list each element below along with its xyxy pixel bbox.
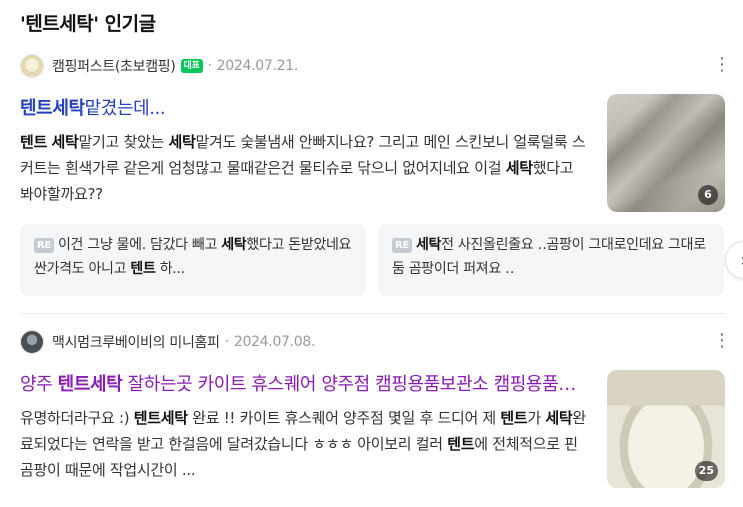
representative-badge: 대표 (180, 59, 203, 73)
highlight-keyword: 텐트 (130, 261, 156, 277)
more-options-icon[interactable]: ⋮ (713, 332, 731, 350)
highlight-keyword: 세탁 (545, 409, 573, 427)
source-name[interactable]: 캠핑퍼스트(초보캠핑) (52, 56, 176, 76)
title-text: 맡겼는데... (84, 98, 166, 119)
post-date: 2024.07.21. (216, 58, 299, 74)
divider (20, 313, 725, 314)
highlight-keyword: 텐트 (447, 435, 475, 453)
post-snippet[interactable]: 유명하더라구요 :) 텐트세탁 완료 !! 카이트 휴스퀘어 양주점 몇일 후 … (20, 405, 590, 483)
snippet-text: 가 (527, 409, 546, 427)
highlight-keyword: 세탁 (415, 237, 442, 253)
highlight-keyword: 세탁 (221, 237, 247, 253)
separator-dot: · (207, 58, 212, 74)
separator-dot: · (224, 334, 229, 350)
snippet-text: 하... (155, 261, 185, 277)
snippet-text: 이건 그냥 물에. 담갔다 빼고 (57, 237, 222, 253)
post-card: 맥시멈크루베이비의 미니홈피 · 2024.07.08. ⋮ 양주 텐트세탁 잘… (20, 328, 731, 488)
post-title-link[interactable]: 텐트세탁맡겼는데... (20, 94, 580, 120)
highlight-keyword: 세탁 (168, 133, 196, 151)
reply-badge: RE (34, 238, 54, 253)
reply-badge: RE (392, 238, 412, 253)
highlight-keyword: 텐트 (20, 133, 48, 151)
post-card: 캠핑퍼스트(초보캠핑) 대표 · 2024.07.21. ⋮ 텐트세탁맡겼는데.… (20, 52, 743, 296)
image-count-badge: 25 (694, 461, 718, 481)
more-options-icon[interactable]: ⋮ (713, 56, 731, 74)
title-prefix: 양주 (20, 374, 58, 395)
title-keyword: 텐트세탁 (20, 98, 85, 119)
snippet-text: 완료 !! 카이트 휴스퀘어 양주점 몇일 후 드디어 제 (187, 409, 501, 427)
source-name[interactable]: 맥시멈크루베이비의 미니홈피 (52, 332, 220, 352)
next-arrow-button[interactable]: › (725, 241, 743, 279)
highlight-keyword: 세탁 (505, 159, 533, 177)
snippet-text: 맡기고 찾았는 (78, 133, 169, 151)
highlight-keyword: 텐트세탁 (133, 409, 188, 427)
post-thumbnail[interactable]: 25 (607, 370, 725, 488)
reply-list: RE 이건 그냥 물에. 담갔다 빼고 세탁했다고 돈받았네요 싼가격도 아니고 … (20, 224, 725, 296)
post-source[interactable]: 캠핑퍼스트(초보캠핑) 대표 · 2024.07.21. (20, 52, 725, 80)
highlight-keyword: 세탁 (51, 133, 79, 151)
post-title-link[interactable]: 양주 텐트세탁 잘하는곳 카이트 휴스퀘어 양주점 캠핑용품보관소 캠핑용품세탁 (20, 370, 590, 396)
blog-avatar[interactable] (20, 330, 44, 354)
post-date: 2024.07.08. (233, 334, 316, 350)
title-text: 잘하는곳 카이트 휴스퀘어 양주점 캠핑용품보관소 캠핑용품세탁 (122, 374, 590, 395)
post-source[interactable]: 맥시멈크루베이비의 미니홈피 · 2024.07.08. (20, 328, 725, 356)
image-count-badge: 6 (698, 185, 718, 205)
snippet-text: 유명하더라구요 :) (20, 409, 134, 427)
post-snippet[interactable]: 텐트 세탁맡기고 찾았는 세탁맡겨도 숯불냄새 안빠지나요? 그리고 메인 스킨… (20, 129, 590, 207)
reply-card[interactable]: RE 이건 그냥 물에. 담갔다 빼고 세탁했다고 돈받았네요 싼가격도 아니고 … (20, 224, 366, 296)
reply-card[interactable]: RE 세탁전 사진올린줄요 ‥곰팡이 그대로인데요 그대로둠 곰팡이더 퍼져요 ‥ (378, 224, 724, 296)
highlight-keyword: 텐트 (500, 409, 528, 427)
cafe-avatar[interactable] (20, 54, 44, 78)
title-keyword: 텐트세탁 (57, 374, 123, 395)
post-thumbnail[interactable]: 6 (607, 94, 725, 212)
section-title: '텐트세탁' 인기글 (20, 13, 156, 35)
